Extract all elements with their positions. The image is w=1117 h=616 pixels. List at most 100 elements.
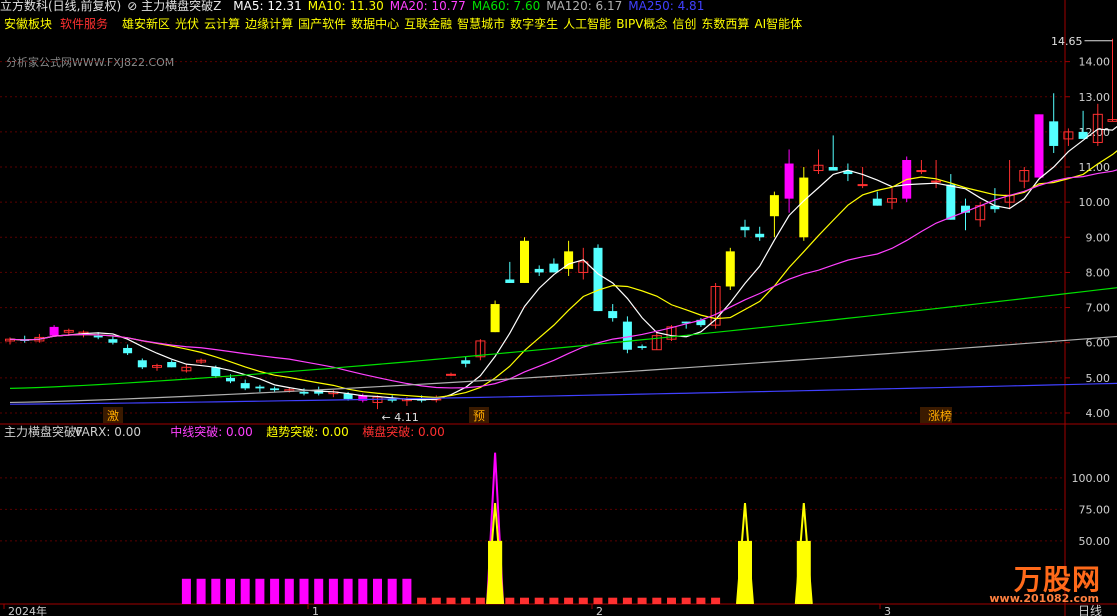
candle-body	[622, 321, 632, 350]
price-tick-label: 10.00	[1079, 196, 1111, 209]
sub-tick-label: 100.00	[1072, 472, 1111, 485]
candle-body	[299, 391, 309, 394]
candle-body	[520, 240, 529, 283]
candle-body	[108, 339, 118, 343]
candle-body	[549, 263, 559, 273]
sub-bar	[446, 597, 456, 604]
sub-bar	[681, 597, 691, 604]
price-tick-label: 13.00	[1079, 91, 1111, 104]
sub-bar	[373, 578, 382, 604]
high-price-label: 14.65	[1051, 35, 1083, 48]
candle-body	[93, 335, 103, 338]
stock-chart[interactable]: 14.0013.0012.0011.0010.009.008.007.006.0…	[0, 0, 1117, 616]
sub-bar	[240, 578, 250, 604]
candle-body	[769, 195, 779, 217]
period-label: 日线	[1078, 604, 1102, 616]
sub-bar	[622, 597, 632, 604]
candle-body	[828, 167, 838, 171]
time-axis-label: 1	[312, 605, 319, 616]
sub-spike-fill	[738, 540, 752, 604]
time-axis-label: 3	[884, 605, 891, 616]
sub-spike-fill	[796, 540, 811, 604]
candle-body	[931, 180, 942, 183]
sub-bar	[181, 578, 191, 604]
sub-bar	[475, 597, 485, 604]
sub-bar	[696, 597, 706, 604]
candle-body	[608, 311, 618, 319]
candle-body	[461, 360, 471, 364]
candle-body	[49, 326, 59, 336]
sub-bar	[667, 597, 676, 604]
candle-body	[505, 279, 515, 283]
low-price-label: ← 4.11	[382, 411, 419, 424]
candle-body	[916, 170, 927, 173]
sub-bar	[417, 597, 427, 604]
time-axis-label: 2024年	[8, 604, 47, 616]
candle-body	[255, 386, 265, 389]
sub-bar	[358, 578, 368, 604]
sub-bar	[637, 597, 647, 604]
ma60-line	[9, 287, 1117, 389]
candle-body	[857, 184, 868, 187]
sub-bar	[328, 578, 338, 604]
sub-tick-label: 50.00	[1079, 535, 1111, 548]
sub-legend-item: 主力横盘突破F	[4, 424, 83, 439]
candle-body	[1049, 121, 1059, 146]
sub-legend-item: 趋势突破: 0.00	[266, 424, 349, 439]
price-tick-label: 9.00	[1086, 231, 1111, 244]
candle-body	[637, 346, 647, 348]
sub-bar	[549, 597, 559, 604]
price-tick-label: 8.00	[1086, 266, 1111, 279]
sub-bar	[652, 597, 662, 604]
sub-spike-fill	[488, 540, 503, 604]
sub-legend-item: 中线突破: 0.00	[170, 424, 253, 439]
sub-bar	[343, 578, 353, 604]
candle-body	[946, 184, 956, 220]
candle-body	[123, 347, 133, 354]
price-tick-label: 4.00	[1086, 407, 1111, 420]
sub-bar	[402, 578, 412, 604]
signal-badge: 预	[473, 409, 485, 423]
ma5-line	[9, 125, 1117, 401]
candle-body	[784, 163, 794, 199]
candle-body	[755, 233, 765, 238]
sub-bar	[284, 578, 294, 604]
sub-bar	[520, 597, 529, 604]
price-tick-label: 14.00	[1079, 56, 1111, 69]
candle-body	[240, 383, 250, 389]
sub-bar	[270, 578, 280, 604]
sub-bar	[211, 578, 221, 604]
sub-tick-label: 75.00	[1079, 503, 1111, 516]
ma250-line	[9, 382, 1117, 405]
time-axis-label: 2	[596, 605, 603, 616]
candle-body	[872, 198, 882, 206]
sub-bar	[608, 597, 618, 604]
candle-body	[226, 377, 235, 382]
candle-body	[1034, 114, 1044, 178]
candle-body	[211, 367, 221, 377]
candle-body	[799, 177, 809, 238]
sub-bar	[593, 597, 603, 604]
sub-bar	[255, 578, 265, 604]
sub-bar	[564, 597, 574, 604]
candle-body	[593, 247, 603, 312]
sub-bar	[578, 597, 588, 604]
sub-bar	[314, 578, 324, 604]
sub-bar	[461, 597, 471, 604]
sub-bar	[387, 578, 397, 604]
candle-body	[534, 268, 544, 273]
sub-legend-item: VARX: 0.00	[74, 425, 141, 439]
candle-body	[167, 362, 177, 368]
candle-body	[270, 388, 280, 391]
sub-bar	[431, 597, 441, 604]
signal-badge: 涨榜	[928, 408, 952, 423]
sub-bar	[226, 578, 235, 604]
signal-badge: 激	[107, 409, 119, 423]
brand-url: www.201082.com	[989, 592, 1099, 605]
candle-body	[490, 304, 500, 333]
sub-bar	[299, 578, 309, 604]
candle-body	[725, 251, 735, 287]
sub-bar	[534, 597, 544, 604]
price-tick-label: 5.00	[1086, 372, 1111, 385]
candle-body	[137, 360, 147, 368]
